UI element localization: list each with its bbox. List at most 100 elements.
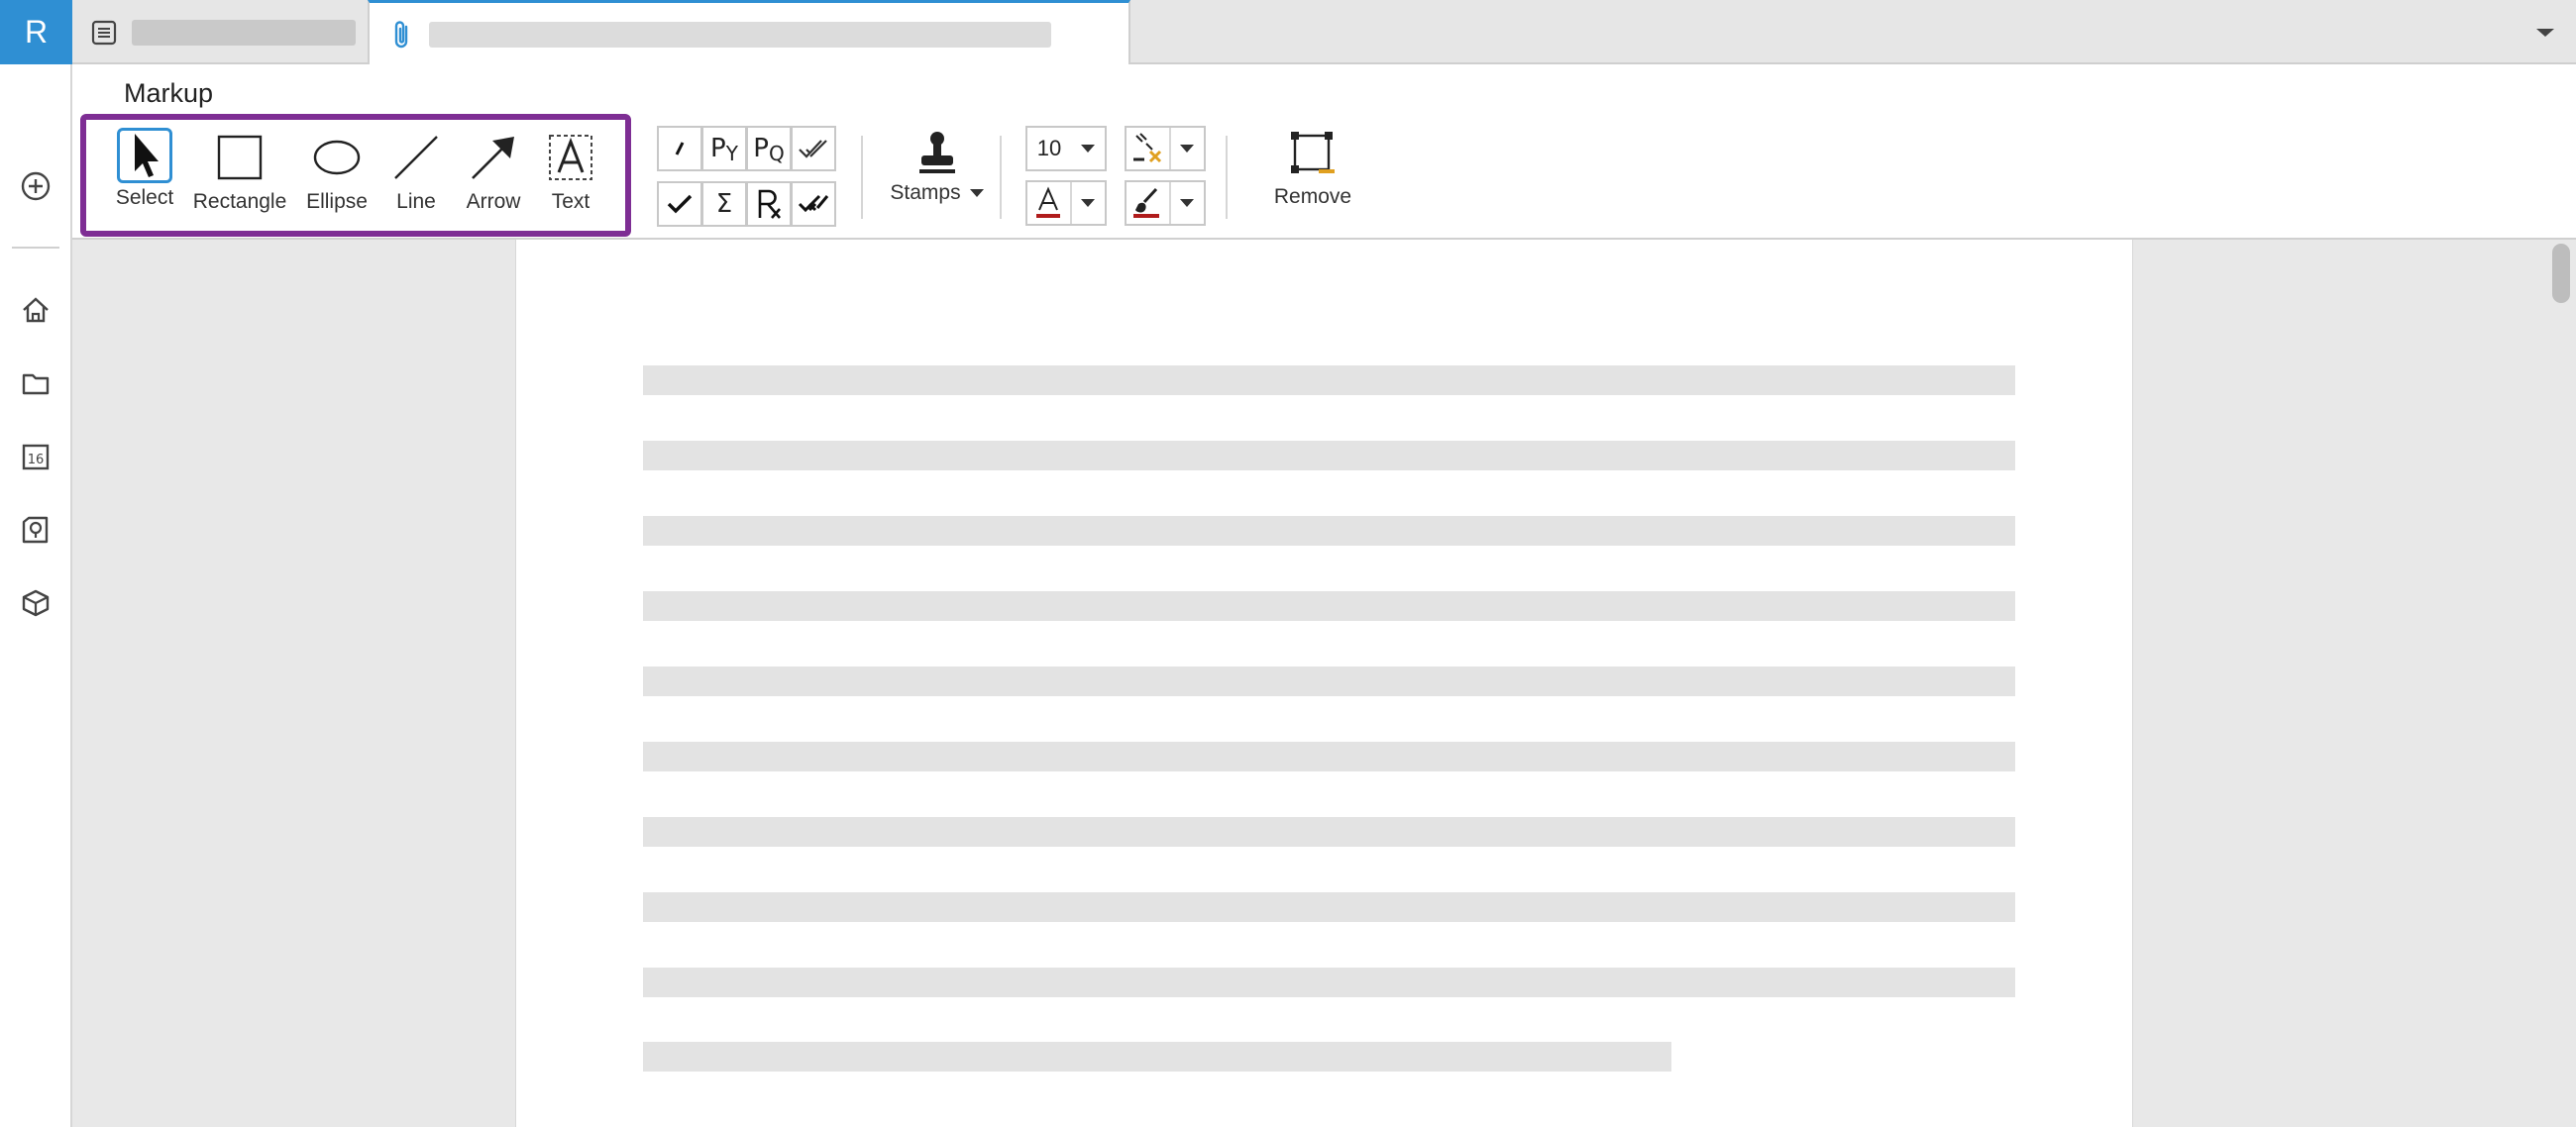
font-size-select[interactable]: 10 <box>1025 126 1107 171</box>
text-line-placeholder <box>643 817 2015 847</box>
ellipse-tool-button[interactable]: Ellipse <box>292 128 381 214</box>
sigma-glyph: Σ <box>715 189 733 219</box>
pq-letter: P <box>753 134 769 163</box>
ribbon-divider <box>1000 136 1002 219</box>
app-logo[interactable]: R <box>0 0 72 64</box>
folder-icon <box>22 373 50 395</box>
tool-label: Line <box>396 190 436 213</box>
vertical-scrollbar-thumb[interactable] <box>2552 244 2570 303</box>
sigma-button[interactable]: Σ <box>701 181 747 227</box>
pq-subscript: Q <box>768 142 785 165</box>
tab-overflow-menu[interactable] <box>2530 18 2560 48</box>
rx-button[interactable] <box>746 181 792 227</box>
lightbulb-icon <box>22 516 49 544</box>
remove-label: Remove <box>1273 185 1352 208</box>
line-style-select[interactable] <box>1125 126 1206 171</box>
text-color-swatch[interactable] <box>1027 182 1070 224</box>
tool-label: Text <box>551 190 590 213</box>
cursor-icon <box>135 134 159 177</box>
ellipse-icon <box>313 140 361 175</box>
py-letter: P <box>710 134 726 163</box>
font-size-value: 10 <box>1036 136 1062 160</box>
fill-color-swatch[interactable] <box>1127 182 1169 224</box>
line-tool-button[interactable]: Line <box>372 128 461 214</box>
quick-marks-grid: PY PQ Σ <box>657 126 839 229</box>
check-button[interactable] <box>657 181 702 227</box>
arrow-icon <box>472 137 514 179</box>
font-size-caret[interactable] <box>1071 128 1105 169</box>
app-rail: R 16 <box>0 0 72 1127</box>
tool-label: Arrow <box>466 190 521 213</box>
plus-circle-icon <box>21 171 51 201</box>
document-page <box>515 240 2133 1127</box>
tab-document-list[interactable] <box>72 0 368 64</box>
tick-mark-icon <box>675 142 685 155</box>
list-icon <box>91 20 117 45</box>
text-line-placeholder <box>643 892 2015 922</box>
chevron-down-icon <box>969 189 984 197</box>
chevron-down-icon <box>1081 145 1095 153</box>
rail-divider <box>12 247 59 249</box>
check-icon <box>667 194 693 214</box>
rail-item-models[interactable] <box>16 583 55 623</box>
select-tool-button[interactable]: Select <box>100 128 189 210</box>
tick-mark-button[interactable] <box>657 126 702 171</box>
fill-color-select[interactable] <box>1125 180 1206 226</box>
text-tool-button[interactable]: Text <box>526 128 615 214</box>
tab-attachment[interactable] <box>368 0 1130 65</box>
calendar-day: 16 <box>28 453 45 467</box>
text-line-placeholder <box>643 666 2015 696</box>
text-line-placeholder <box>643 1042 1671 1072</box>
chevron-down-icon <box>1081 199 1096 207</box>
no-line-icon <box>1133 133 1162 163</box>
tool-label: Ellipse <box>306 190 368 213</box>
py-mark-button[interactable]: PY <box>701 126 747 171</box>
add-button[interactable] <box>16 166 55 206</box>
chevron-down-icon <box>2536 29 2554 37</box>
line-style-swatch[interactable] <box>1127 128 1169 169</box>
rectangle-tool-button[interactable]: Rectangle <box>192 128 287 214</box>
rectangle-icon <box>217 135 263 180</box>
calendar-icon: 16 <box>22 444 50 470</box>
text-color-caret[interactable] <box>1069 182 1105 224</box>
text-line-placeholder <box>643 516 2015 546</box>
line-style-caret[interactable] <box>1168 128 1204 169</box>
ribbon-title: Markup <box>124 78 214 108</box>
text-color-select[interactable] <box>1025 180 1107 226</box>
rail-item-calendar[interactable]: 16 <box>16 437 55 476</box>
remove-button[interactable]: Remove <box>1253 130 1372 209</box>
pq-mark-button[interactable]: PQ <box>746 126 792 171</box>
tab-bar <box>72 0 2576 65</box>
paint-brush-icon <box>1133 187 1160 218</box>
double-check-icon <box>799 140 827 158</box>
font-color-icon <box>1036 186 1061 218</box>
text-line-placeholder <box>643 742 2015 771</box>
stamps-label: Stamps <box>890 181 961 204</box>
ribbon-divider <box>1226 136 1228 219</box>
document-viewer <box>72 240 2576 1127</box>
tool-label: Select <box>115 186 174 209</box>
rail-item-home[interactable] <box>16 290 55 330</box>
py-subscript: Y <box>725 142 738 165</box>
fill-color-caret[interactable] <box>1168 182 1204 224</box>
double-check-button[interactable] <box>791 126 836 171</box>
home-icon <box>23 297 49 323</box>
arrow-tool-button[interactable]: Arrow <box>449 128 538 214</box>
double-cross-check-icon <box>798 194 829 213</box>
rail-item-files[interactable] <box>16 363 55 403</box>
stamps-dropdown[interactable]: Stamps <box>883 130 992 205</box>
line-icon <box>394 136 438 179</box>
stamp-icon <box>919 132 955 173</box>
rail-item-ideas[interactable] <box>16 510 55 550</box>
ribbon-divider <box>861 136 863 219</box>
rx-icon <box>758 189 781 219</box>
chevron-down-icon <box>1180 145 1195 153</box>
tab-title <box>429 21 1051 48</box>
remove-selection-icon <box>1291 132 1335 173</box>
markup-ribbon: Markup Select Rectangle Ellipse Line Arr… <box>72 64 2576 240</box>
chevron-down-icon <box>1180 199 1195 207</box>
double-cross-check-button[interactable] <box>791 181 836 227</box>
tool-label: Rectangle <box>192 190 287 213</box>
text-line-placeholder <box>643 591 2015 621</box>
text-line-placeholder <box>643 365 2015 395</box>
